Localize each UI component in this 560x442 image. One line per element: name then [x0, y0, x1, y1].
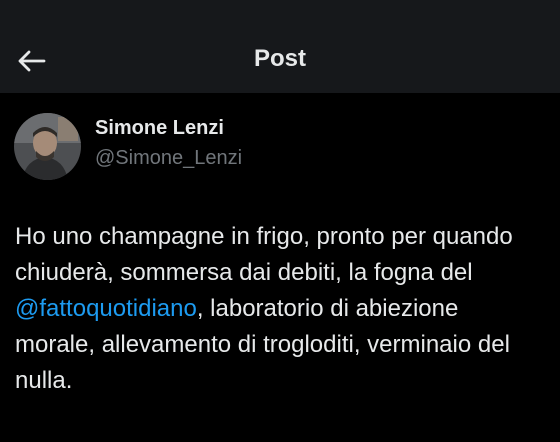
post-body: Ho uno champagne in frigo, pronto per qu…	[15, 219, 560, 399]
post-text-fragment: , laboratorio di abiezione	[196, 295, 459, 322]
avatar[interactable]	[14, 113, 81, 180]
post-text-line: chiuderà, sommersa dai debiti, la fogna …	[15, 259, 473, 286]
author-handle[interactable]: @Simone_Lenzi	[95, 145, 242, 171]
author-display-name[interactable]: Simone Lenzi	[95, 115, 242, 141]
avatar-photo	[14, 113, 81, 180]
page-title: Post	[253, 45, 306, 72]
post-text-line: Ho uno champagne in frigo, pronto per qu…	[15, 223, 513, 250]
post-text-line: nulla.	[15, 367, 73, 394]
post-text-line: morale, allevamento di trogloditi, vermi…	[15, 331, 510, 358]
mention-link[interactable]: @fattoquotidiano	[15, 295, 197, 322]
post-text-line: @fattoquotidiano, laboratorio di abiezio…	[15, 291, 560, 327]
post-author: Simone Lenzi @Simone_Lenzi	[14, 113, 242, 180]
author-names: Simone Lenzi @Simone_Lenzi	[95, 115, 242, 171]
top-bar: Post	[0, 0, 560, 93]
